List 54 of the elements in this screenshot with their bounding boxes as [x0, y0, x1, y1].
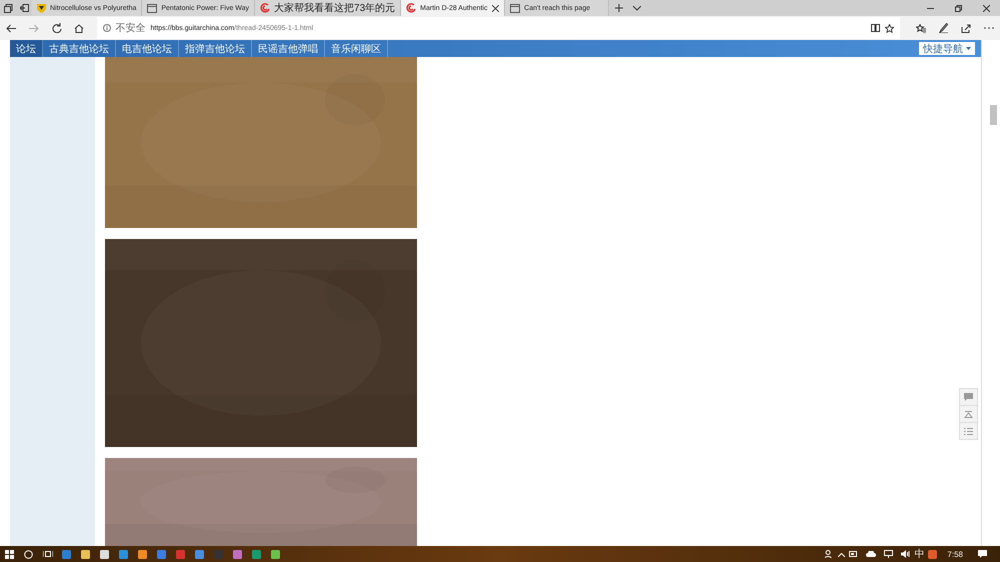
clock-text[interactable]: 7:58: [937, 550, 973, 558]
up-arrow-icon: [964, 410, 973, 418]
app-app-icon[interactable]: [176, 550, 185, 558]
input-method-label[interactable]: 中: [910, 547, 928, 561]
notification-icon[interactable]: [978, 550, 987, 558]
tab-preview-icon[interactable]: [20, 4, 28, 12]
app-tray-icon[interactable]: [928, 550, 938, 558]
security-label: 不安全: [116, 22, 146, 35]
home-icon[interactable]: [74, 24, 84, 32]
shield-icon: [37, 3, 46, 13]
app-app-icon[interactable]: [138, 550, 147, 558]
share-icon[interactable]: [961, 24, 972, 32]
close-icon[interactable]: [982, 4, 990, 12]
nav-link[interactable]: 论坛: [10, 40, 43, 57]
app-app-icon[interactable]: [233, 550, 242, 558]
page-icon: [147, 4, 158, 12]
list-icon: [964, 428, 973, 434]
comment-icon: [964, 393, 973, 401]
favorites-icon[interactable]: [916, 24, 926, 32]
task-view-icon[interactable]: [42, 550, 52, 558]
page-icon: [510, 4, 520, 12]
cloud-icon[interactable]: [866, 551, 876, 557]
pen-icon[interactable]: [938, 23, 948, 33]
chat-app-icon[interactable]: [271, 550, 280, 558]
chevron-up-icon[interactable]: [838, 552, 846, 556]
back-arrow-icon[interactable]: [6, 24, 16, 32]
browser-tab[interactable]: 大家帮我看看这把73年的元: [255, 0, 402, 16]
app-app-icon[interactable]: [157, 550, 166, 558]
store-app-icon[interactable]: [100, 550, 109, 558]
refresh-icon[interactable]: [52, 23, 62, 33]
app-app-icon[interactable]: [252, 550, 261, 558]
people-icon[interactable]: [825, 550, 834, 558]
app-app-icon[interactable]: [119, 550, 128, 558]
tabs-aside-icon[interactable]: [4, 4, 12, 12]
speaker-icon[interactable]: [901, 550, 910, 558]
star-icon[interactable]: [884, 24, 894, 32]
browser-app-icon[interactable]: [62, 550, 71, 558]
swirl-icon: [406, 3, 416, 13]
close-icon[interactable]: [492, 4, 500, 12]
search-icon[interactable]: [24, 550, 33, 558]
caret-icon: [966, 47, 972, 50]
chevron-down-icon[interactable]: [633, 6, 642, 10]
restore-icon[interactable]: [954, 4, 962, 12]
info-icon: [102, 24, 110, 32]
reading-view-icon[interactable]: [870, 24, 880, 32]
quick-nav-button[interactable]: 快捷导航: [919, 42, 976, 55]
swirl-icon: [260, 3, 270, 13]
battery-icon[interactable]: [849, 551, 858, 557]
network-icon[interactable]: [884, 550, 894, 558]
windows-logo-icon[interactable]: [5, 550, 14, 558]
new-tab-icon[interactable]: [615, 4, 624, 12]
scrollbar-thumb[interactable]: [990, 105, 998, 125]
app-app-icon[interactable]: [195, 550, 204, 558]
folder-app-icon[interactable]: [81, 550, 90, 558]
